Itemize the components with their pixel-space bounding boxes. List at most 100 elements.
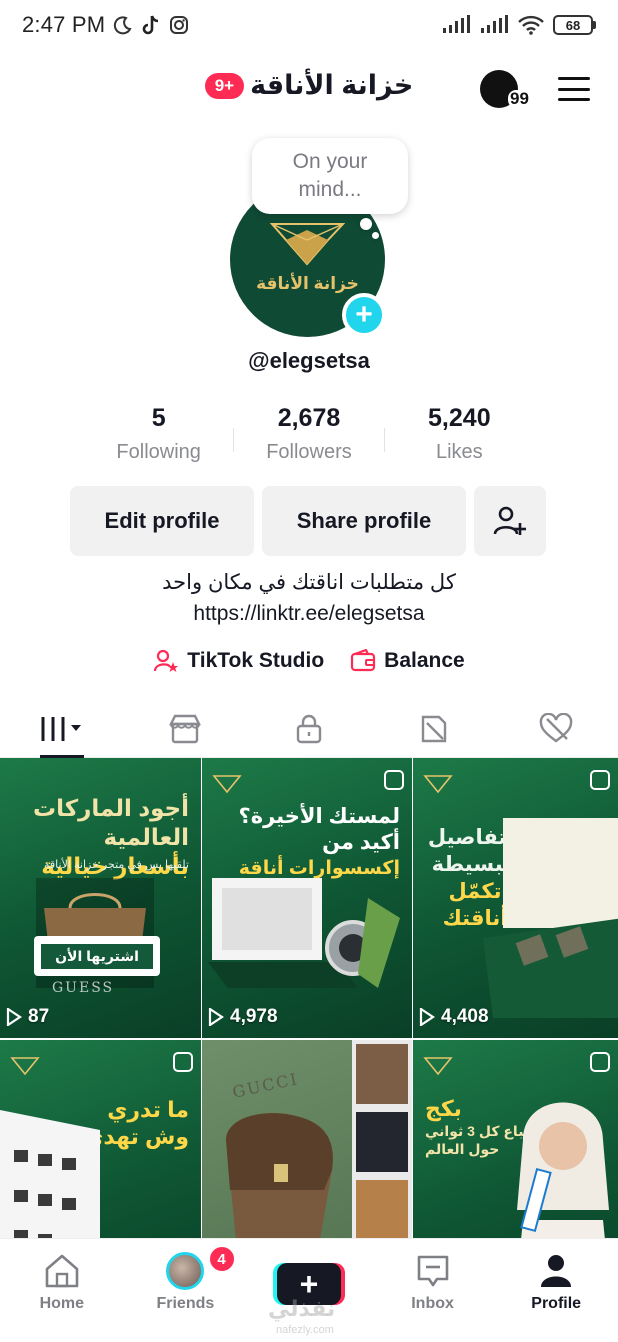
battery-tip (593, 21, 596, 29)
account-title: خزانة الأناقة (250, 70, 414, 100)
signal-icon (443, 15, 470, 33)
cta-label: اشتريها الأن (41, 943, 153, 969)
thought-bubble[interactable]: On your mind... (252, 138, 408, 214)
status-time: 2:47 PM (22, 12, 106, 37)
brand-logo-icon (10, 1057, 40, 1076)
video-tile[interactable]: لمستك الأخيرة؟ أكيد من إكسسوارات أناقة 4… (202, 758, 412, 1038)
tile-headline: لمستك الأخيرة؟ أكيد من إكسسوارات أناقة (239, 804, 400, 882)
view-count-value: 4,408 (441, 1006, 489, 1027)
brand-label: GUCCI (230, 1069, 301, 1102)
grid-videos-icon (41, 716, 81, 741)
notification-pill: 9+ (204, 72, 245, 99)
tab-private[interactable] (247, 700, 371, 757)
view-count: 87 (6, 1006, 49, 1028)
nav-profile[interactable]: Profile (494, 1239, 618, 1342)
tab-reposts[interactable] (371, 700, 495, 757)
balance-label: Balance (384, 649, 465, 672)
multi-photo-icon (590, 1052, 610, 1072)
brand-label: GUESS (52, 980, 115, 996)
menu-line (558, 87, 590, 91)
tile-headline-line: أجود الماركات العالمية (32, 795, 189, 850)
bubble-dot (372, 232, 379, 239)
nav-friends[interactable]: Friends 4 (124, 1239, 248, 1342)
view-count-value: 87 (28, 1006, 50, 1027)
brand-logo-icon (212, 775, 242, 794)
play-icon (208, 1008, 224, 1026)
activity-button[interactable]: 99 (480, 68, 536, 112)
tab-shop[interactable] (124, 700, 248, 757)
tab-videos[interactable] (0, 700, 124, 758)
avatar-logo-text: خزانة الأناقة (256, 274, 359, 293)
nav-friends-label: Friends (156, 1295, 215, 1312)
view-count: 4,408 (419, 1006, 489, 1028)
profile-icon (541, 1255, 572, 1287)
friends-badge: 4 (207, 1245, 236, 1273)
balance-link[interactable]: Balance (350, 648, 465, 674)
stat-value: 5 (151, 404, 166, 432)
view-count: 4,978 (208, 1006, 278, 1028)
watermark: نفذلي (268, 1296, 336, 1321)
play-icon (6, 1008, 22, 1026)
cufflinks-box-illustration (483, 818, 618, 1018)
menu-icon[interactable] (556, 74, 592, 104)
menu-line (558, 98, 590, 101)
video-tile[interactable]: التفاصيل البسيطة تكمّل أناقتك 4,408 (413, 758, 618, 1038)
battery-indicator: 68 (553, 15, 596, 35)
tiktok-studio-label: TikTok Studio (187, 649, 325, 672)
brand-logo-icon (423, 775, 453, 794)
nav-icon-wrap (539, 1253, 573, 1289)
bubble-dot (360, 218, 372, 230)
stat-label: Likes (435, 441, 483, 463)
view-count-value: 4,978 (230, 1006, 278, 1027)
nav-home[interactable]: Home (0, 1239, 124, 1342)
nav-profile-label: Profile (531, 1295, 582, 1312)
share-profile-button[interactable]: Share profile (262, 486, 466, 556)
home-icon (45, 1254, 79, 1288)
tile-subtext: تلقيها بس في متجر خزانة الأناقة (44, 859, 189, 871)
menu-line (558, 77, 590, 80)
tile-headline-line: أكيد من (322, 831, 400, 854)
tiktok-studio-link[interactable]: TikTok Studio (153, 648, 324, 674)
status-bar: 2:47 PM 68 (0, 0, 618, 50)
multi-photo-icon (590, 770, 610, 790)
stat-following[interactable]: 5 Following (84, 404, 233, 474)
friends-avatar-icon (166, 1252, 205, 1290)
profile-actions: Edit profile Share profile (70, 486, 546, 556)
status-left: 2:47 PM (22, 12, 189, 38)
add-user-icon (493, 506, 526, 535)
gucci-bag-illustration (226, 1113, 333, 1240)
nav-icon-wrap (166, 1252, 205, 1290)
multi-photo-icon (384, 770, 404, 790)
stat-likes[interactable]: 5,240 Likes (385, 404, 534, 474)
instagram-icon (170, 16, 189, 34)
stat-followers[interactable]: 2,678 Followers (234, 404, 383, 474)
username: @elegsetsa (248, 348, 370, 373)
video-tile[interactable]: أجود الماركات العالمية بأسعار خيالية تلق… (0, 758, 201, 1038)
shop-icon (169, 714, 202, 743)
nav-inbox[interactable]: Inbox (371, 1239, 495, 1342)
stat-label: Followers (266, 441, 352, 463)
thought-bubble-text: On your mind... (292, 150, 368, 201)
add-story-button[interactable]: + (342, 293, 386, 337)
profile-header: 9+ خزانة الأناقة 99 (0, 62, 618, 118)
wallet-icon (351, 649, 376, 672)
add-friends-button[interactable] (474, 486, 546, 556)
tiktok-icon (143, 15, 159, 35)
activity-count: 99 (508, 89, 531, 108)
laptop-watch-illustration (208, 878, 400, 988)
bio-link[interactable]: https://linktr.ee/elegsetsa (0, 602, 618, 626)
edit-profile-button[interactable]: Edit profile (70, 486, 254, 556)
play-icon (419, 1008, 435, 1026)
wifi-icon (518, 15, 544, 35)
multi-photo-icon (173, 1052, 193, 1072)
nav-inbox-label: Inbox (411, 1295, 454, 1312)
stat-label: Following (116, 441, 201, 463)
signal-icon-2 (481, 15, 508, 33)
lock-icon (296, 714, 322, 743)
studio-icon (154, 649, 179, 672)
profile-links: TikTok Studio Balance (0, 648, 618, 674)
stats-row: 5 Following 2,678 Followers 5,240 Likes (84, 404, 534, 474)
content-tabs (0, 700, 618, 758)
tab-liked[interactable] (494, 700, 618, 757)
battery-level: 68 (553, 15, 593, 35)
